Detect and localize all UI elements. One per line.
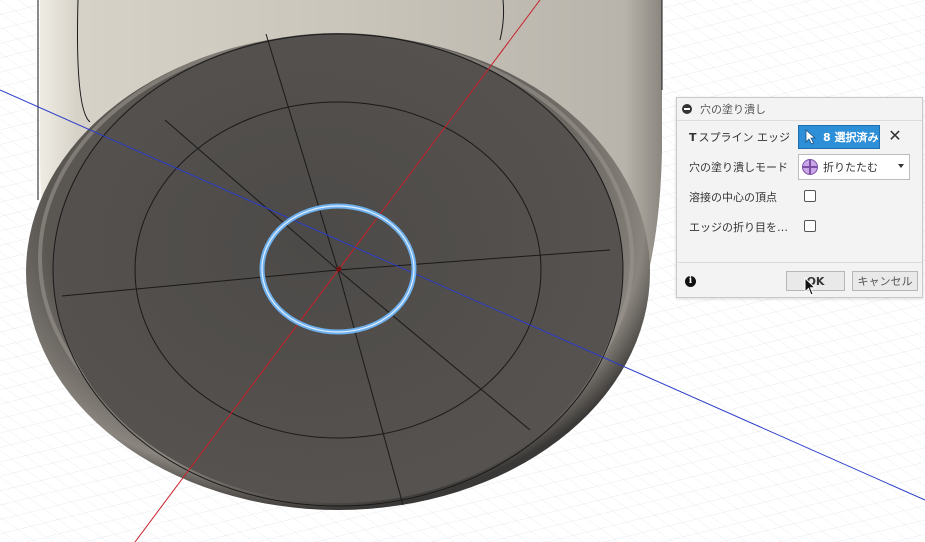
fill-mode-label: 穴の塗り潰しモード: [689, 161, 788, 174]
selection-count: 8 選択済み: [823, 131, 879, 144]
fusion-canvas: 穴の塗り潰し T スプライン エッジ 8 選択済み ✕ 穴の塗り潰しモード 折りた…: [0, 0, 925, 542]
fill-mode-dropdown[interactable]: 折りたたむ: [798, 154, 910, 180]
fold-mode-icon: [802, 159, 818, 175]
tspline-edge-row: T スプライン エッジ 8 選択済み ✕: [677, 123, 922, 151]
collapse-icon[interactable]: [682, 104, 692, 114]
edge-selection-button[interactable]: 8 選択済み: [798, 125, 880, 149]
weld-center-row: 溶接の中心の頂点: [677, 183, 922, 211]
origin-point: [336, 266, 342, 272]
cursor-arrow-icon: [805, 129, 817, 145]
fill-hole-dialog: 穴の塗り潰し T スプライン エッジ 8 選択済み ✕ 穴の塗り潰しモード 折りた…: [676, 97, 923, 298]
tspline-edge-label: T スプライン エッジ: [689, 131, 791, 144]
keep-crease-row: エッジの折り目を維持: [677, 213, 922, 241]
fill-mode-row: 穴の塗り潰しモード 折りたたむ: [677, 153, 922, 181]
weld-center-label: 溶接の中心の頂点: [689, 191, 777, 204]
dialog-divider: [677, 262, 922, 263]
weld-center-checkbox[interactable]: [804, 190, 816, 202]
info-icon[interactable]: i: [685, 276, 696, 287]
mouse-pointer-icon: [804, 277, 817, 296]
cancel-button[interactable]: キャンセル: [852, 271, 918, 291]
keep-crease-label: エッジの折り目を維持: [689, 221, 797, 234]
keep-crease-checkbox[interactable]: [804, 220, 816, 232]
fill-mode-value: 折りたたむ: [823, 161, 878, 174]
dialog-title: 穴の塗り潰し: [700, 103, 766, 116]
clear-selection-button[interactable]: ✕: [887, 128, 903, 144]
dialog-header[interactable]: 穴の塗り潰し: [677, 98, 922, 121]
chevron-down-icon: [898, 164, 904, 168]
